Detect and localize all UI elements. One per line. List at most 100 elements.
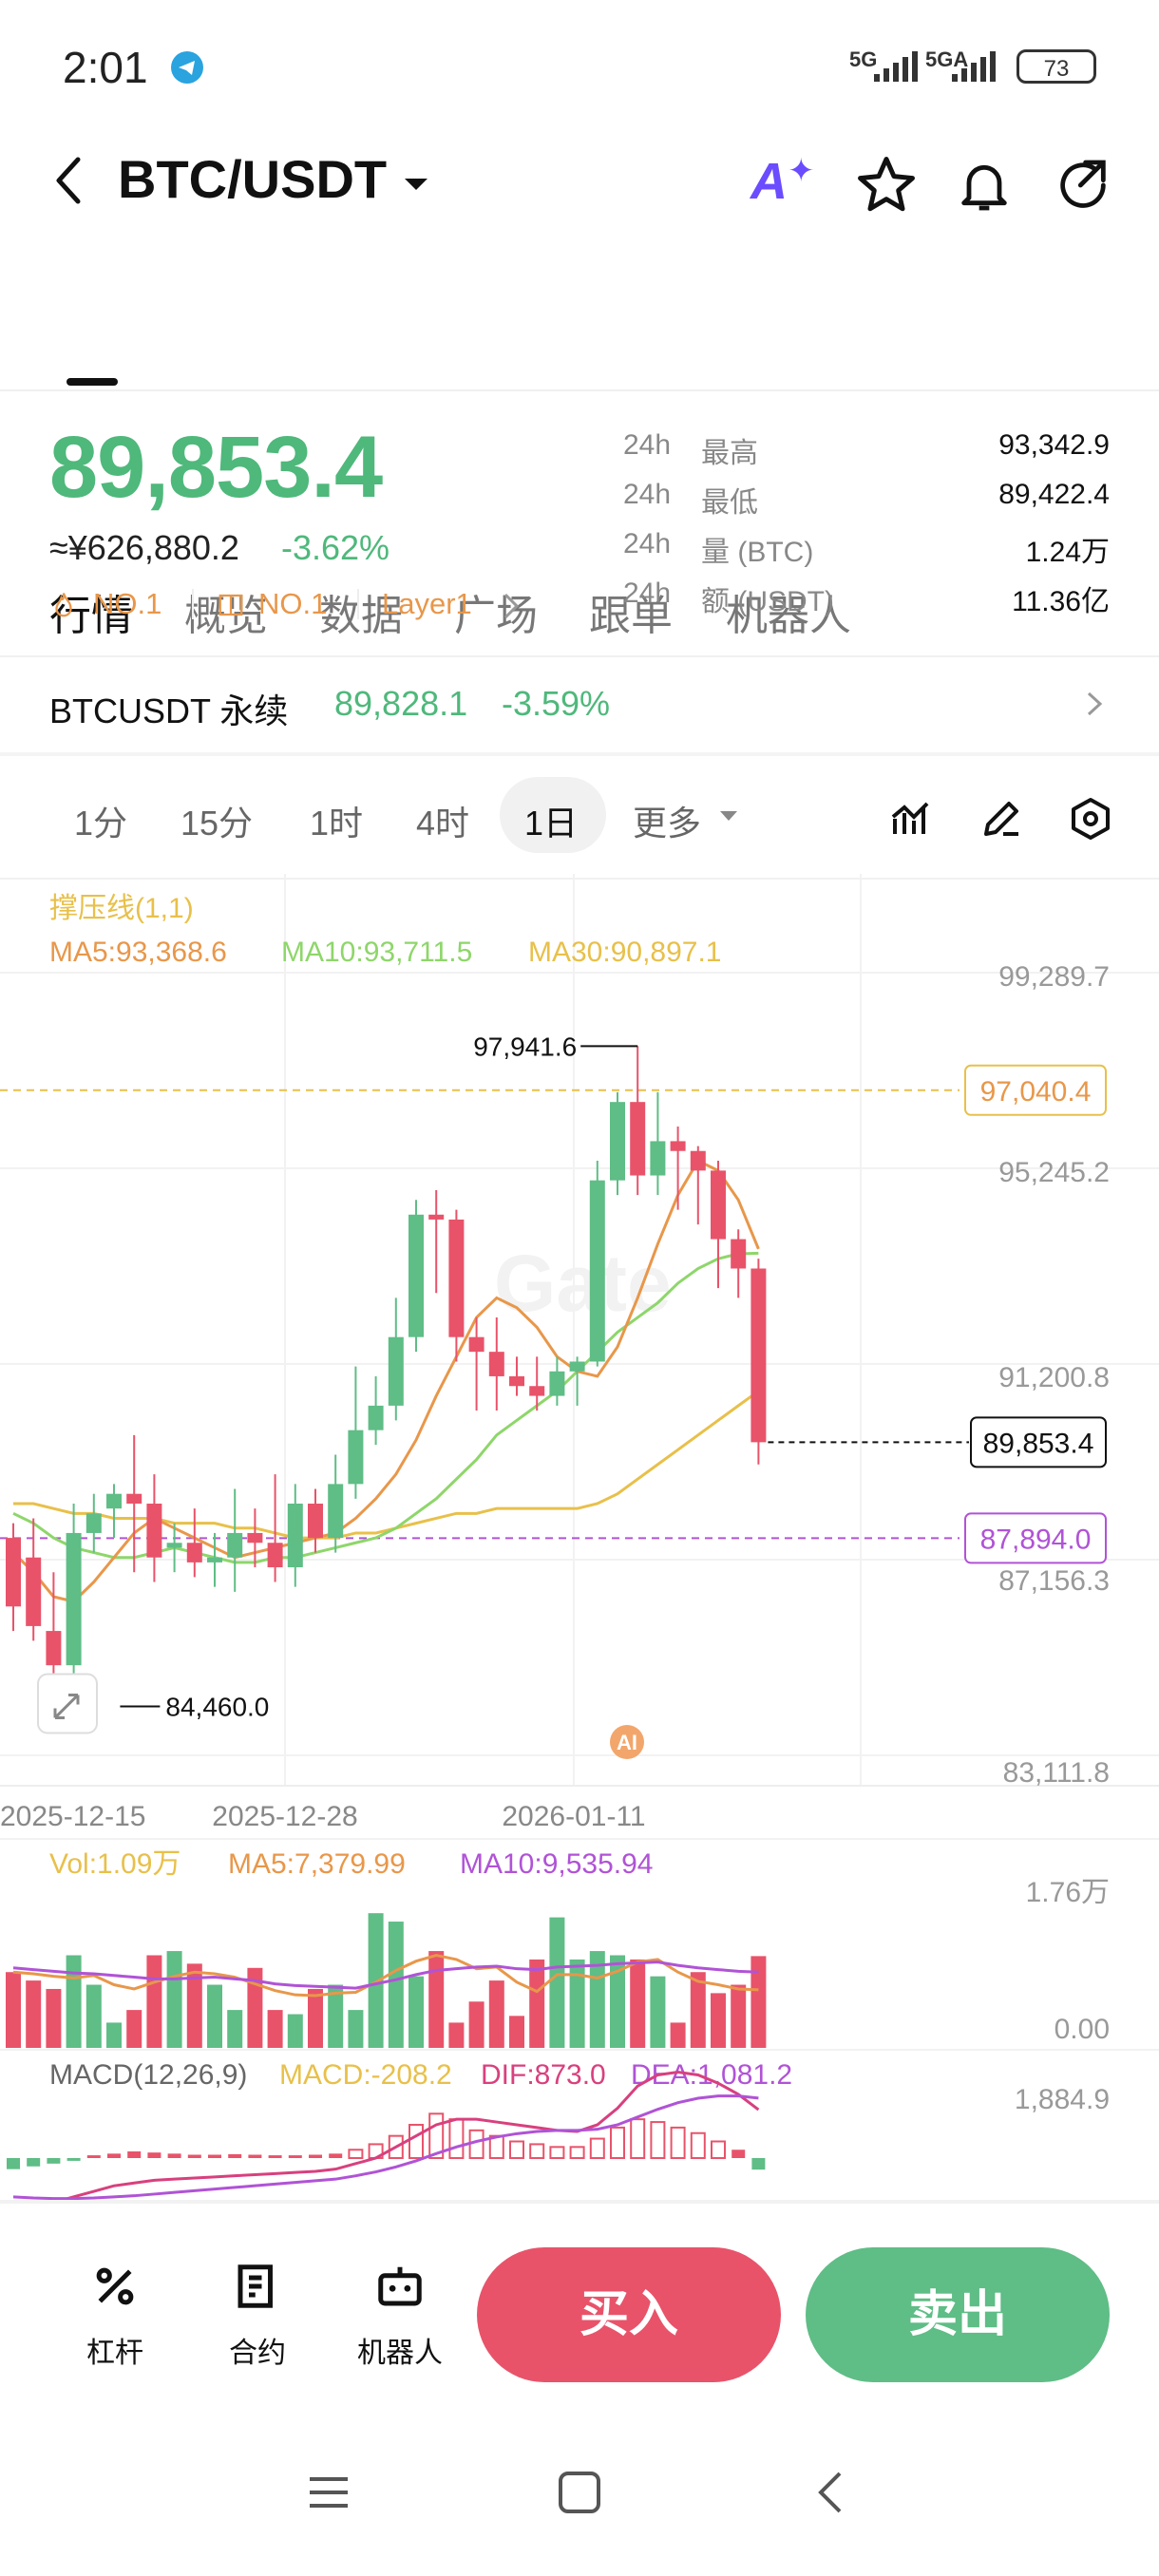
volume-bar <box>750 1956 767 2048</box>
macd-hist-bar <box>268 2155 282 2158</box>
volume-bar <box>448 2022 465 2048</box>
candle-body <box>670 1141 686 1151</box>
contract-icon[interactable] <box>232 2261 283 2317</box>
ma30-line <box>13 1390 760 1540</box>
candle-body <box>207 1557 222 1563</box>
volume-bar <box>670 2022 686 2048</box>
volume-bar <box>509 2016 524 2048</box>
macd-hist-bar <box>468 2129 484 2159</box>
robot-icon[interactable] <box>374 2261 426 2317</box>
macd-hist-bar <box>589 2137 605 2159</box>
macd-hist-bar <box>610 2126 625 2160</box>
volume-bar <box>549 1917 565 2048</box>
candle-body <box>428 1214 445 1220</box>
macd-value-label: MACD:-208.2 <box>279 2059 452 2091</box>
volume-bar <box>86 1984 102 2048</box>
tag-divider <box>357 589 359 619</box>
volume-bar <box>6 1972 21 2048</box>
settings-icon[interactable] <box>1068 796 1113 846</box>
macd-hist-bar <box>47 2158 61 2164</box>
indicator-label: 撑压线(1,1) <box>49 893 194 924</box>
dif-label: DIF:873.0 <box>481 2059 606 2091</box>
draw-icon[interactable] <box>978 796 1024 846</box>
resistance-label: 97,040.4 <box>980 1076 1092 1108</box>
stat-label: 量 (BTC) <box>701 537 814 568</box>
y-tick-label: 99,289.7 <box>998 961 1110 993</box>
volume-bar <box>26 1980 42 2048</box>
star-icon[interactable] <box>855 154 918 221</box>
volume-bar <box>711 1993 726 2048</box>
timeframe-more[interactable]: 更多 <box>633 796 701 845</box>
macd-hist-bar <box>107 2153 121 2158</box>
ma5-label: MA5:93,368.6 <box>49 937 227 968</box>
indicator-icon[interactable] <box>887 796 933 846</box>
ma30-label: MA30:90,897.1 <box>528 937 721 968</box>
robot-label[interactable]: 机器人 <box>329 2329 471 2371</box>
stat-volume-value: 1.24万 <box>1025 537 1110 568</box>
timeframe-1h[interactable]: 1时 <box>310 796 363 845</box>
back-nav-icon[interactable] <box>809 2470 855 2520</box>
contract-label[interactable]: 合约 <box>186 2329 329 2371</box>
y-tick-label: 91,200.8 <box>998 1362 1110 1393</box>
macd-label: MACD(12,26,9) <box>49 2059 247 2091</box>
leverage-label[interactable]: 杠杆 <box>44 2329 186 2371</box>
last-price-label: 89,853.4 <box>983 1428 1094 1459</box>
kline-chart[interactable]: 撑压线(1,1) MA5:93,368.6 MA10:93,711.5 MA30:90… <box>0 874 1159 2204</box>
candle-body <box>549 1371 565 1396</box>
volume-bar <box>388 1922 404 2048</box>
volume-bar <box>146 1955 162 2048</box>
macd-hist-bar <box>630 2118 646 2160</box>
timeframe-1d[interactable]: 1日 <box>524 796 578 845</box>
home-nav-icon[interactable] <box>557 2470 602 2520</box>
volume-bar <box>207 1984 222 2048</box>
telegram-icon <box>171 51 203 84</box>
sell-button[interactable]: 卖出 <box>806 2247 1110 2382</box>
volume-bar <box>731 1984 747 2048</box>
perpetual-name[interactable]: BTCUSDT 永续 <box>49 684 288 733</box>
chevron-right-icon[interactable] <box>1085 690 1104 723</box>
macd-hist-bar <box>248 2154 262 2158</box>
macd-hist-bar <box>448 2118 465 2160</box>
battery-indicator: 73 <box>1016 49 1096 84</box>
chevron-right-icon[interactable] <box>502 591 522 626</box>
candle-body <box>166 1543 182 1548</box>
candle-body <box>66 1532 82 1666</box>
candle-body <box>6 1538 21 1607</box>
tag-divider <box>192 589 194 619</box>
timeframe-1m[interactable]: 1分 <box>74 796 127 845</box>
volume-tick-label: 1.76万 <box>1026 1877 1110 1908</box>
candle-body <box>408 1214 424 1337</box>
volume-bar <box>267 2010 283 2048</box>
timeframe-4h[interactable]: 4时 <box>416 796 469 845</box>
macd-hist-bar <box>147 2152 162 2158</box>
candle-body <box>308 1504 323 1539</box>
candle-body <box>388 1336 404 1406</box>
candle-body <box>569 1361 585 1372</box>
back-icon[interactable] <box>49 152 87 214</box>
caret-down-icon[interactable] <box>718 809 739 829</box>
buy-button[interactable]: 买入 <box>477 2247 781 2382</box>
share-icon[interactable] <box>1053 154 1113 221</box>
candle-body <box>287 1504 303 1568</box>
volume-bar <box>529 1959 545 2048</box>
macd-hist-bar <box>650 2121 666 2159</box>
macd-hist-bar <box>66 2158 81 2161</box>
candle-body <box>26 1557 42 1626</box>
bell-icon[interactable] <box>954 154 1015 221</box>
volume-bar <box>488 1980 504 2048</box>
volume-ma10-label: MA10:9,535.94 <box>460 1848 653 1880</box>
sector-tag[interactable]: Layer1 <box>382 587 472 621</box>
ai-icon[interactable]: A✦ <box>750 152 815 211</box>
rank-tag-1[interactable]: NO.1 <box>93 587 162 621</box>
rank-tag-2[interactable]: NO.1 <box>258 587 327 621</box>
candle-body <box>368 1405 384 1430</box>
caret-down-icon[interactable] <box>403 175 429 199</box>
timeframe-15m[interactable]: 15分 <box>180 796 253 845</box>
pair-title[interactable]: BTC/USDT <box>118 148 387 210</box>
candle-body <box>509 1375 524 1387</box>
candle-body <box>731 1239 747 1269</box>
stat-label: 最低 <box>701 487 758 519</box>
leverage-icon[interactable] <box>89 2261 141 2317</box>
menu-nav-icon[interactable] <box>306 2470 352 2520</box>
signal-bars-icon <box>872 49 920 88</box>
